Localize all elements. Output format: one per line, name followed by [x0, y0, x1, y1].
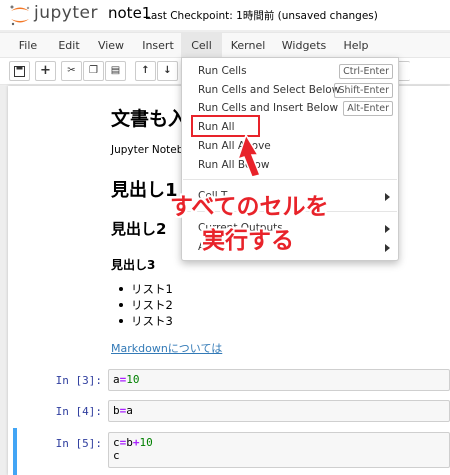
copy-button[interactable]: ❐ [83, 61, 104, 81]
code-line: a=10 [113, 373, 140, 386]
menu-file[interactable]: File [12, 33, 44, 58]
arrow-up-icon: ↑ [141, 65, 150, 76]
code-cell-input[interactable]: c=b+10 c [108, 432, 450, 468]
menu-edit[interactable]: Edit [52, 33, 86, 58]
code-line: b=a [113, 404, 133, 417]
markdown-heading-1: 見出し1 [111, 180, 178, 201]
paste-icon: ▤ [110, 65, 121, 76]
insert-cell-button[interactable]: + [35, 61, 56, 81]
markdown-list: リスト1 リスト2 リスト3 [119, 281, 173, 329]
menu-item-run-cells-insert-below[interactable]: Run Cells and Insert Below [198, 102, 338, 114]
menu-kernel[interactable]: Kernel [226, 33, 270, 58]
cell-prompt: In [4]: [55, 405, 102, 418]
shortcut-badge: Ctrl-Enter [339, 64, 393, 79]
list-item: リスト3 [119, 313, 173, 329]
save-icon [14, 66, 25, 77]
annotation-line: すべてのセルを [170, 194, 329, 220]
cell-prompt: In [3]: [55, 374, 102, 387]
code-cell-input[interactable]: a=10 [108, 369, 450, 391]
code-cell-input[interactable]: b=a [108, 400, 450, 422]
jupyter-logo-icon[interactable] [8, 4, 32, 26]
arrow-down-icon: ↓ [163, 65, 172, 76]
plus-icon: + [40, 63, 51, 78]
cell-prompt: In [5]: [55, 437, 102, 450]
submenu-caret-icon [385, 225, 390, 233]
markdown-paragraph: Jupyter Notebo [111, 144, 190, 156]
code-line: c [113, 449, 120, 462]
selected-cell-indicator [13, 428, 17, 475]
annotation-arrow-icon [238, 133, 262, 178]
menu-item-run-cells-select-below[interactable]: Run Cells and Select Below [198, 84, 340, 96]
annotation-text: すべてのセルを 実行する [170, 190, 328, 258]
menu-insert[interactable]: Insert [138, 33, 178, 58]
move-up-button[interactable]: ↑ [135, 61, 156, 81]
cut-button[interactable]: ✂ [61, 61, 82, 81]
menu-view[interactable]: View [92, 33, 130, 58]
cut-icon: ✂ [67, 65, 76, 76]
brand-name: jupyter [34, 3, 98, 23]
markdown-heading-title: 文書も入 [111, 108, 188, 130]
menu-help[interactable]: Help [338, 33, 374, 58]
code-line: c=b+10 [113, 436, 153, 449]
copy-icon: ❐ [89, 65, 98, 76]
menu-item-run-cells[interactable]: Run Cells [198, 65, 247, 77]
menu-divider [183, 179, 397, 180]
menu-cell[interactable]: Cell [181, 33, 222, 58]
move-down-button[interactable]: ↓ [157, 61, 178, 81]
submenu-caret-icon [385, 244, 390, 252]
menubar: File Edit View Insert Cell Kernel Widget… [0, 32, 450, 58]
checkpoint-status: Last Checkpoint: 1時間前 (unsaved changes) [145, 10, 378, 22]
submenu-caret-icon [385, 193, 390, 201]
shortcut-badge: Alt-Enter [343, 101, 393, 116]
annotation-line: 実行する [202, 228, 294, 254]
list-item: リスト1 [119, 281, 173, 297]
markdown-heading-3: 見出し3 [111, 258, 156, 272]
jupyter-notebook-window: jupyter note1 Last Checkpoint: 1時間前 (uns… [0, 0, 450, 475]
menu-widgets[interactable]: Widgets [278, 33, 330, 58]
header: jupyter note1 Last Checkpoint: 1時間前 (uns… [0, 0, 450, 30]
shortcut-badge: Shift-Enter [334, 83, 393, 98]
paste-button[interactable]: ▤ [105, 61, 126, 81]
markdown-heading-2: 見出し2 [111, 220, 167, 238]
save-button[interactable] [9, 61, 30, 81]
markdown-link[interactable]: Markdownについては [111, 340, 222, 356]
list-item: リスト2 [119, 297, 173, 313]
